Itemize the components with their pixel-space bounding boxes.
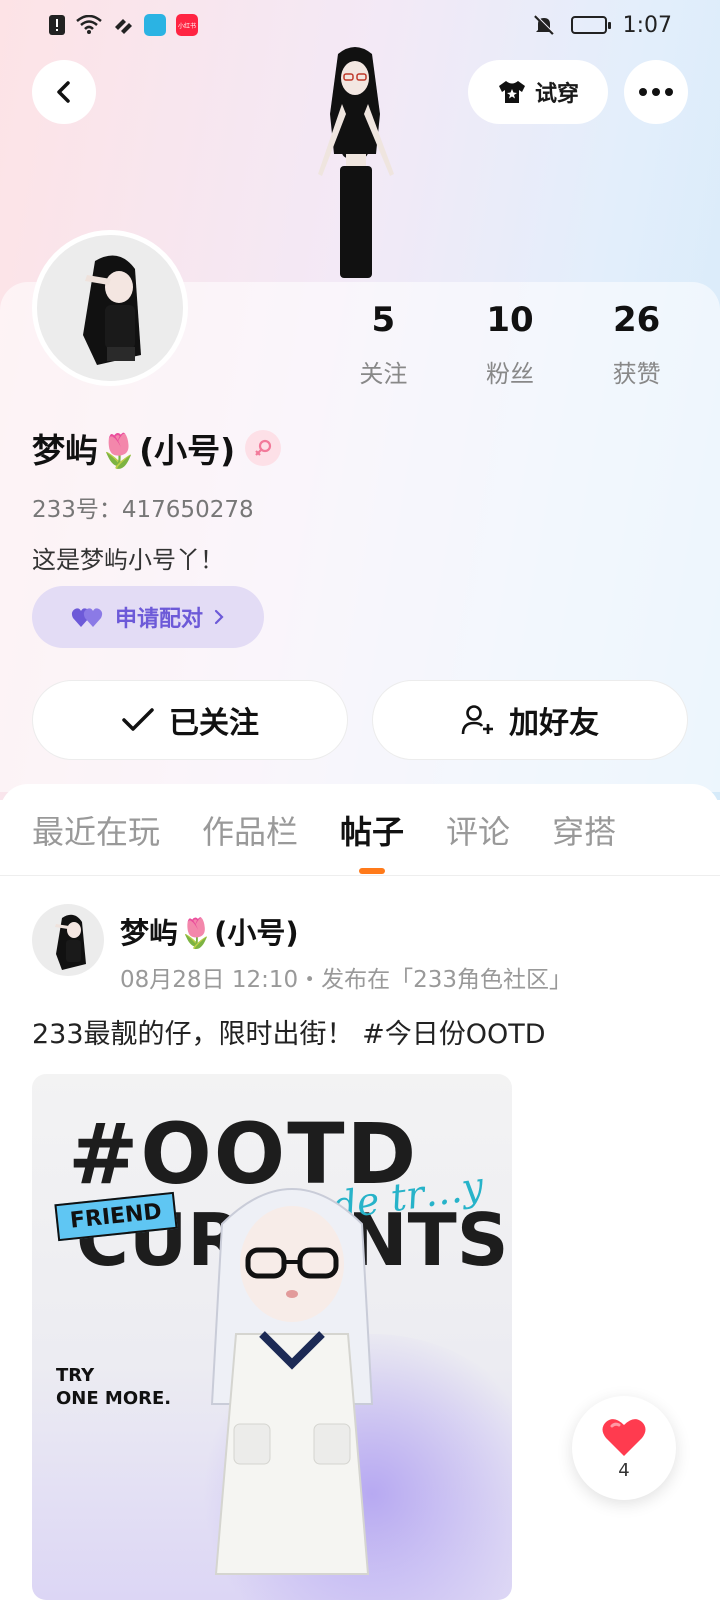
- try-line-1: TRY: [56, 1365, 95, 1386]
- post-image[interactable]: #OOTD CURRENTS FRIEND de tr…y TRY ONE MO…: [32, 1074, 512, 1600]
- followed-button[interactable]: 已关注: [32, 680, 348, 760]
- mute-bell-icon: [533, 14, 555, 36]
- post-avatar-figure: [210, 1188, 374, 1575]
- status-time: 1:07: [622, 12, 672, 38]
- try-on-button[interactable]: 试穿: [468, 60, 608, 124]
- tab-posts[interactable]: 帖子: [340, 784, 404, 876]
- profile-bio: 这是梦屿小号丫！: [32, 546, 224, 574]
- avatar-character-image: [83, 255, 141, 365]
- add-user-icon: [461, 705, 493, 735]
- xiaohongshu-app-icon: 小红书: [176, 14, 198, 36]
- checkmark-icon: [122, 708, 154, 731]
- tab-recently-played[interactable]: 最近在玩: [32, 784, 160, 876]
- female-gender-icon: [245, 430, 282, 466]
- add-friend-button[interactable]: 加好友: [372, 680, 688, 760]
- chevron-right-icon: [214, 609, 224, 625]
- stat-likes[interactable]: 26 获赞: [573, 300, 700, 389]
- book-app-icon: [144, 14, 166, 36]
- tab-works[interactable]: 作品栏: [202, 784, 298, 876]
- alert-icon: [48, 14, 66, 36]
- post-avatar-image: [55, 914, 86, 970]
- try-on-label: 试穿: [534, 82, 579, 107]
- stat-following[interactable]: 5 关注: [320, 300, 447, 389]
- post-author-avatar[interactable]: [32, 904, 104, 976]
- more-dots-icon: [639, 88, 673, 96]
- request-pair-button[interactable]: 申请配对: [32, 586, 264, 648]
- stat-followers[interactable]: 10 粉丝: [447, 300, 574, 389]
- likes-label: 获赞: [612, 360, 661, 388]
- more-options-button[interactable]: [624, 60, 688, 124]
- tshirt-icon: [498, 81, 525, 103]
- tab-outfits[interactable]: 穿搭: [552, 784, 616, 876]
- following-count: 5: [371, 300, 396, 340]
- heart-icon: [602, 1418, 646, 1456]
- profile-user-id: 233号：417650278: [32, 497, 254, 523]
- profile-stats: 5 关注 10 粉丝 26 获赞: [320, 300, 700, 389]
- profile-username: 梦屿🌷(小号): [32, 431, 236, 470]
- chevron-left-icon: [57, 81, 70, 103]
- add-friend-label: 加好友: [509, 706, 599, 741]
- try-line-2: ONE MORE.: [56, 1388, 172, 1410]
- image-try-text: TRY ONE MORE.: [56, 1364, 171, 1411]
- request-pair-label: 申请配对: [114, 607, 203, 632]
- post-meta: 08月28日 12:10・发布在「233角色社区」: [120, 967, 573, 993]
- double-heart-icon: [71, 608, 103, 627]
- tab-comments[interactable]: 评论: [446, 784, 510, 876]
- status-bar: 小红书 1:07: [0, 0, 720, 50]
- hotspot-icon: [112, 15, 134, 35]
- followers-label: 粉丝: [486, 360, 534, 388]
- battery-icon: [570, 16, 611, 34]
- followed-label: 已关注: [169, 706, 259, 741]
- profile-tabs: 最近在玩 作品栏 帖子 评论 穿搭: [0, 784, 720, 876]
- hero-avatar-figure: [318, 47, 394, 278]
- username-row: 梦屿🌷(小号): [32, 424, 282, 472]
- post-text: 233最靓的仔，限时出街！ #今日份OOTD: [32, 1019, 546, 1050]
- following-label: 关注: [359, 360, 408, 388]
- profile-avatar[interactable]: [32, 230, 188, 386]
- like-button[interactable]: 4: [572, 1396, 676, 1500]
- followers-count: 10: [486, 300, 534, 340]
- likes-count: 26: [613, 300, 661, 340]
- back-button[interactable]: [32, 60, 96, 124]
- like-count: 4: [618, 1459, 630, 1481]
- post-author-name[interactable]: 梦屿🌷(小号): [120, 910, 299, 952]
- wifi-icon: [76, 15, 102, 35]
